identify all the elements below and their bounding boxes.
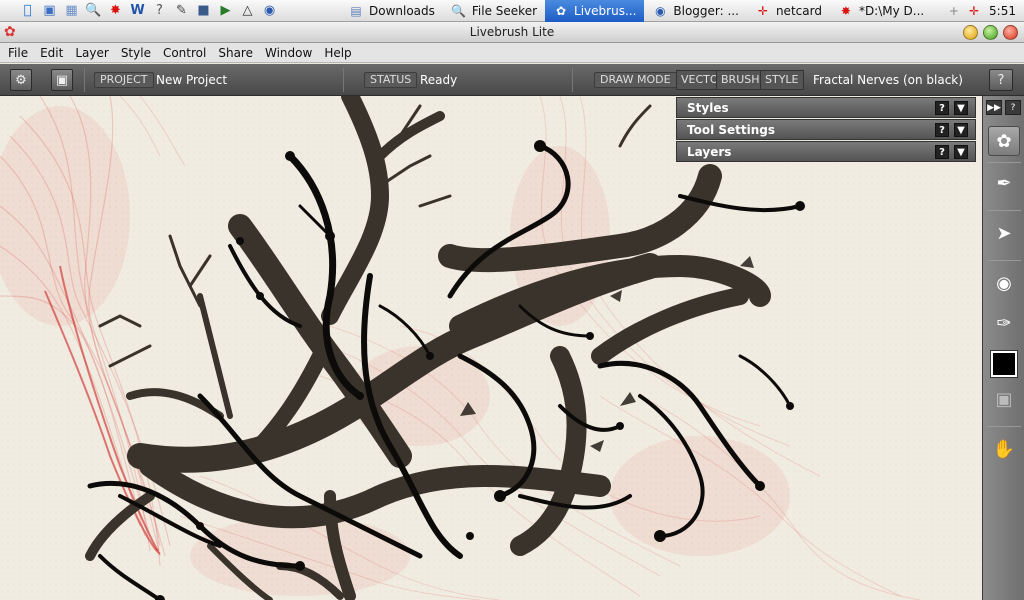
eyedropper-tool-icon[interactable]: ✑ — [988, 308, 1020, 338]
menu-layer[interactable]: Layer — [69, 46, 114, 60]
menu-help[interactable]: Help — [318, 46, 357, 60]
project-label: PROJECT — [94, 72, 154, 88]
panel-styles[interactable]: Styles ? ▼ — [676, 97, 976, 118]
paint-icon[interactable]: ✸ — [107, 2, 124, 19]
tool-divider — [987, 162, 1021, 163]
dropdown-arrow-icon[interactable]: ▼ — [954, 145, 968, 159]
tool-divider — [987, 260, 1021, 261]
preview-icon[interactable]: ▦ — [63, 2, 80, 19]
help-icon[interactable]: ? — [1005, 100, 1021, 115]
torch-icon[interactable]: △ — [239, 2, 256, 19]
tray-bolt-icon[interactable]: ✛ — [969, 4, 979, 18]
livebrush-icon: ✿ — [556, 3, 567, 18]
window-titlebar: ✿ Livebrush Lite — [0, 22, 1024, 43]
task-label: netcard — [775, 3, 822, 18]
transform-tool-icon[interactable]: ➤ — [988, 218, 1020, 248]
hand-tool-icon[interactable]: ✋ — [988, 434, 1020, 464]
help-icon[interactable]: ? — [935, 145, 949, 159]
panel-stack: Styles ? ▼ Tool Settings ? ▼ Layers ? ▼ — [676, 97, 976, 163]
tool-strip: ▶▶ ? ✿ ✒ ➤ ◉ ✑ ▣ ✋ — [982, 96, 1024, 600]
panel-title: Layers — [687, 144, 732, 159]
book-icon[interactable]: ■ — [195, 2, 212, 19]
minimize-button[interactable] — [963, 25, 978, 40]
lock-icon[interactable]: ▣ — [988, 384, 1020, 414]
expand-icon[interactable]: ▶▶ — [986, 100, 1002, 115]
dropdown-arrow-icon[interactable]: ▼ — [954, 101, 968, 115]
tray-plus-icon[interactable]: + — [949, 4, 959, 18]
task-label: Blogger: ... — [673, 3, 739, 18]
window-title: Livebrush Lite — [469, 25, 555, 39]
system-tray: + ✛ 5:51 — [949, 0, 1016, 22]
status-label: STATUS — [364, 72, 418, 88]
pen-tool-icon[interactable]: ✒ — [988, 168, 1020, 198]
window-controls — [963, 25, 1018, 40]
task-netcard[interactable]: ✛ netcard — [747, 0, 830, 22]
panel-title: Styles — [687, 100, 729, 115]
help-icon[interactable]: ? — [935, 101, 949, 115]
tool-divider — [987, 210, 1021, 211]
drawing-canvas[interactable] — [0, 96, 982, 600]
magnifier-icon: 🔍 — [451, 3, 467, 18]
maximize-button[interactable] — [983, 25, 998, 40]
project-name[interactable]: New Project — [156, 73, 227, 87]
browser-icon: ◉ — [655, 3, 666, 18]
folder-icon: ▤ — [350, 3, 362, 18]
menu-style[interactable]: Style — [115, 46, 157, 60]
panel-title: Tool Settings — [687, 122, 776, 137]
clock: 5:51 — [989, 4, 1016, 18]
help-icon[interactable]: ? — [151, 2, 168, 19]
draw-mode-label: DRAW MODE — [594, 72, 677, 88]
sampler-tool-icon[interactable]: ◉ — [988, 268, 1020, 298]
close-button[interactable] — [1003, 25, 1018, 40]
notes-icon[interactable]: ✎ — [173, 2, 190, 19]
help-button[interactable]: ? — [989, 69, 1013, 91]
task-label: Livebrus... — [574, 3, 637, 18]
word-icon[interactable]: W — [129, 2, 146, 19]
app-toolbar: ⚙ ▣ PROJECT New Project STATUS Ready DRA… — [0, 64, 1024, 96]
mode-tab-style[interactable]: STYLE — [760, 70, 804, 90]
task-blogger[interactable]: ◉ Blogger: ... — [644, 0, 747, 22]
toolbar-divider — [572, 68, 573, 92]
help-icon[interactable]: ? — [935, 123, 949, 137]
menu-bar: File Edit Layer Style Control Share Wind… — [0, 43, 1024, 63]
task-label: *D:\My D... — [858, 3, 925, 18]
os-taskbar:  ▣ ▦ 🔍 ✸ W ? ✎ ■ ▶ △ ◉ ▤ Downloads 🔍 Fi… — [0, 0, 1024, 22]
task-downloads[interactable]: ▤ Downloads — [340, 0, 443, 22]
menu-share[interactable]: Share — [212, 46, 259, 60]
toolbar-divider — [84, 68, 85, 92]
task-label: File Seeker — [471, 3, 538, 18]
brush-tool-icon[interactable]: ✿ — [988, 126, 1020, 156]
menu-window[interactable]: Window — [259, 46, 318, 60]
status-value: Ready — [420, 73, 458, 87]
task-livebrush[interactable]: ✿ Livebrus... — [545, 0, 645, 22]
quick-launch:  ▣ ▦ 🔍 ✸ W ? ✎ ■ ▶ △ ◉ — [0, 2, 340, 19]
livebrush-app-icon: ✿ — [4, 24, 16, 40]
toolbar-divider — [343, 68, 344, 92]
menu-file[interactable]: File — [2, 46, 34, 60]
menu-control[interactable]: Control — [157, 46, 212, 60]
netcard-icon: ✛ — [757, 3, 768, 18]
panel-tool-settings[interactable]: Tool Settings ? ▼ — [676, 119, 976, 140]
menu-edit[interactable]: Edit — [34, 46, 69, 60]
search-icon[interactable]: 🔍 — [85, 2, 102, 19]
style-name[interactable]: Fractal Nerves (on black) — [813, 73, 963, 87]
tool-divider — [987, 426, 1021, 427]
screen:  ▣ ▦ 🔍 ✸ W ? ✎ ■ ▶ △ ◉ ▤ Downloads 🔍 Fi… — [0, 0, 1024, 600]
finder-icon[interactable]: ▣ — [41, 2, 58, 19]
task-file-seeker[interactable]: 🔍 File Seeker — [443, 0, 545, 22]
globe-icon[interactable]: ◉ — [261, 2, 278, 19]
dropdown-arrow-icon[interactable]: ▼ — [954, 123, 968, 137]
panel-layers[interactable]: Layers ? ▼ — [676, 141, 976, 162]
paint-splat-icon: ✸ — [840, 3, 851, 18]
apple-menu-icon[interactable]:  — [19, 2, 36, 19]
color-swatch[interactable] — [990, 350, 1018, 378]
strip-top-buttons: ▶▶ ? — [986, 100, 1021, 115]
media-icon[interactable]: ▶ — [217, 2, 234, 19]
canvas-artwork — [0, 96, 982, 600]
settings-gear-icon[interactable]: ⚙ — [10, 69, 32, 91]
save-icon[interactable]: ▣ — [51, 69, 73, 91]
task-label: Downloads — [369, 3, 435, 18]
task-paint-document[interactable]: ✸ *D:\My D... — [830, 0, 932, 22]
